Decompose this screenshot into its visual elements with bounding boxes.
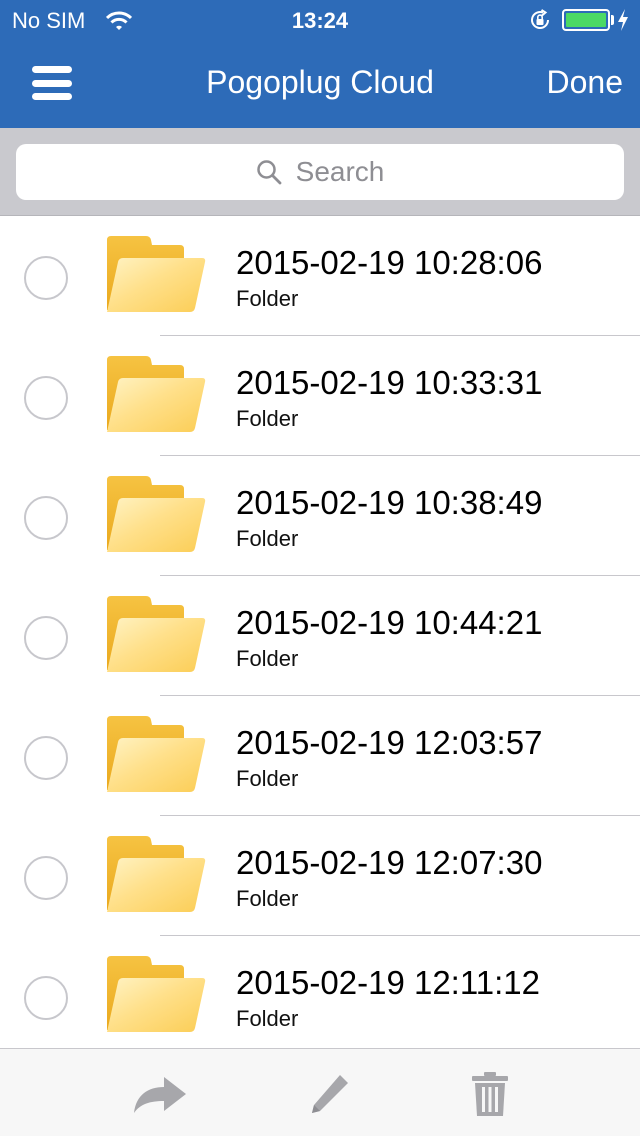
folder-icon [107,836,206,912]
select-checkbox[interactable] [24,376,68,420]
list-item[interactable]: 2015-02-19 12:07:30 Folder [0,816,640,936]
folder-icon [107,476,206,552]
battery-icon [562,9,610,31]
list-item[interactable]: 2015-02-19 10:28:06 Folder [0,216,640,336]
trash-icon [472,1072,508,1116]
status-bar: No SIM 13:24 [0,0,640,40]
top-bar: No SIM 13:24 Pogoplug Cloud Done [0,0,640,128]
file-name: 2015-02-19 10:33:31 [236,364,543,401]
search-input[interactable]: Search [16,144,624,200]
select-checkbox[interactable] [24,496,68,540]
file-type: Folder [236,1006,299,1031]
edit-button[interactable] [300,1071,360,1117]
navigation-bar: Pogoplug Cloud Done [0,40,640,128]
bottom-toolbar [0,1048,640,1136]
list-item[interactable]: 2015-02-19 10:44:21 Folder [0,576,640,696]
done-button[interactable]: Done [547,64,624,101]
select-checkbox[interactable] [24,856,68,900]
folder-icon [107,956,206,1032]
list-item[interactable]: 2015-02-19 12:11:12 Folder [0,936,640,1048]
list-item[interactable]: 2015-02-19 10:33:31 Folder [0,336,640,456]
rotation-lock-icon [531,9,549,29]
select-checkbox[interactable] [24,616,68,660]
share-icon [134,1077,186,1113]
search-placeholder: Search [295,156,385,187]
file-name: 2015-02-19 12:03:57 [236,724,543,761]
file-type: Folder [236,526,299,551]
select-checkbox[interactable] [24,736,68,780]
file-name: 2015-02-19 10:44:21 [236,604,543,641]
file-type: Folder [236,886,299,911]
search-icon [256,160,282,185]
file-type: Folder [236,286,299,311]
select-checkbox[interactable] [24,256,68,300]
share-button[interactable] [130,1071,190,1117]
file-type: Folder [236,406,299,431]
search-bar: Search [0,128,640,216]
folder-icon [107,596,206,672]
file-list: 2015-02-19 10:28:06 Folder 2015-02-19 10… [0,216,640,1048]
list-item[interactable]: 2015-02-19 10:38:49 Folder [0,456,640,576]
charging-bolt-icon [618,9,628,31]
battery-level [566,13,606,27]
file-name: 2015-02-19 10:38:49 [236,484,543,521]
battery-tip [611,15,614,25]
delete-button[interactable] [460,1071,520,1117]
list-item[interactable]: 2015-02-19 12:03:57 Folder [0,696,640,816]
file-name: 2015-02-19 10:28:06 [236,244,543,281]
file-type: Folder [236,646,299,671]
folder-icon [107,716,206,792]
select-checkbox[interactable] [24,976,68,1020]
folder-icon [107,356,206,432]
file-name: 2015-02-19 12:11:12 [236,964,540,1001]
page-title: Pogoplug Cloud [206,64,434,100]
folder-icon [107,236,206,312]
file-name: 2015-02-19 12:07:30 [236,844,543,881]
pencil-icon [312,1075,348,1113]
file-type: Folder [236,766,299,791]
